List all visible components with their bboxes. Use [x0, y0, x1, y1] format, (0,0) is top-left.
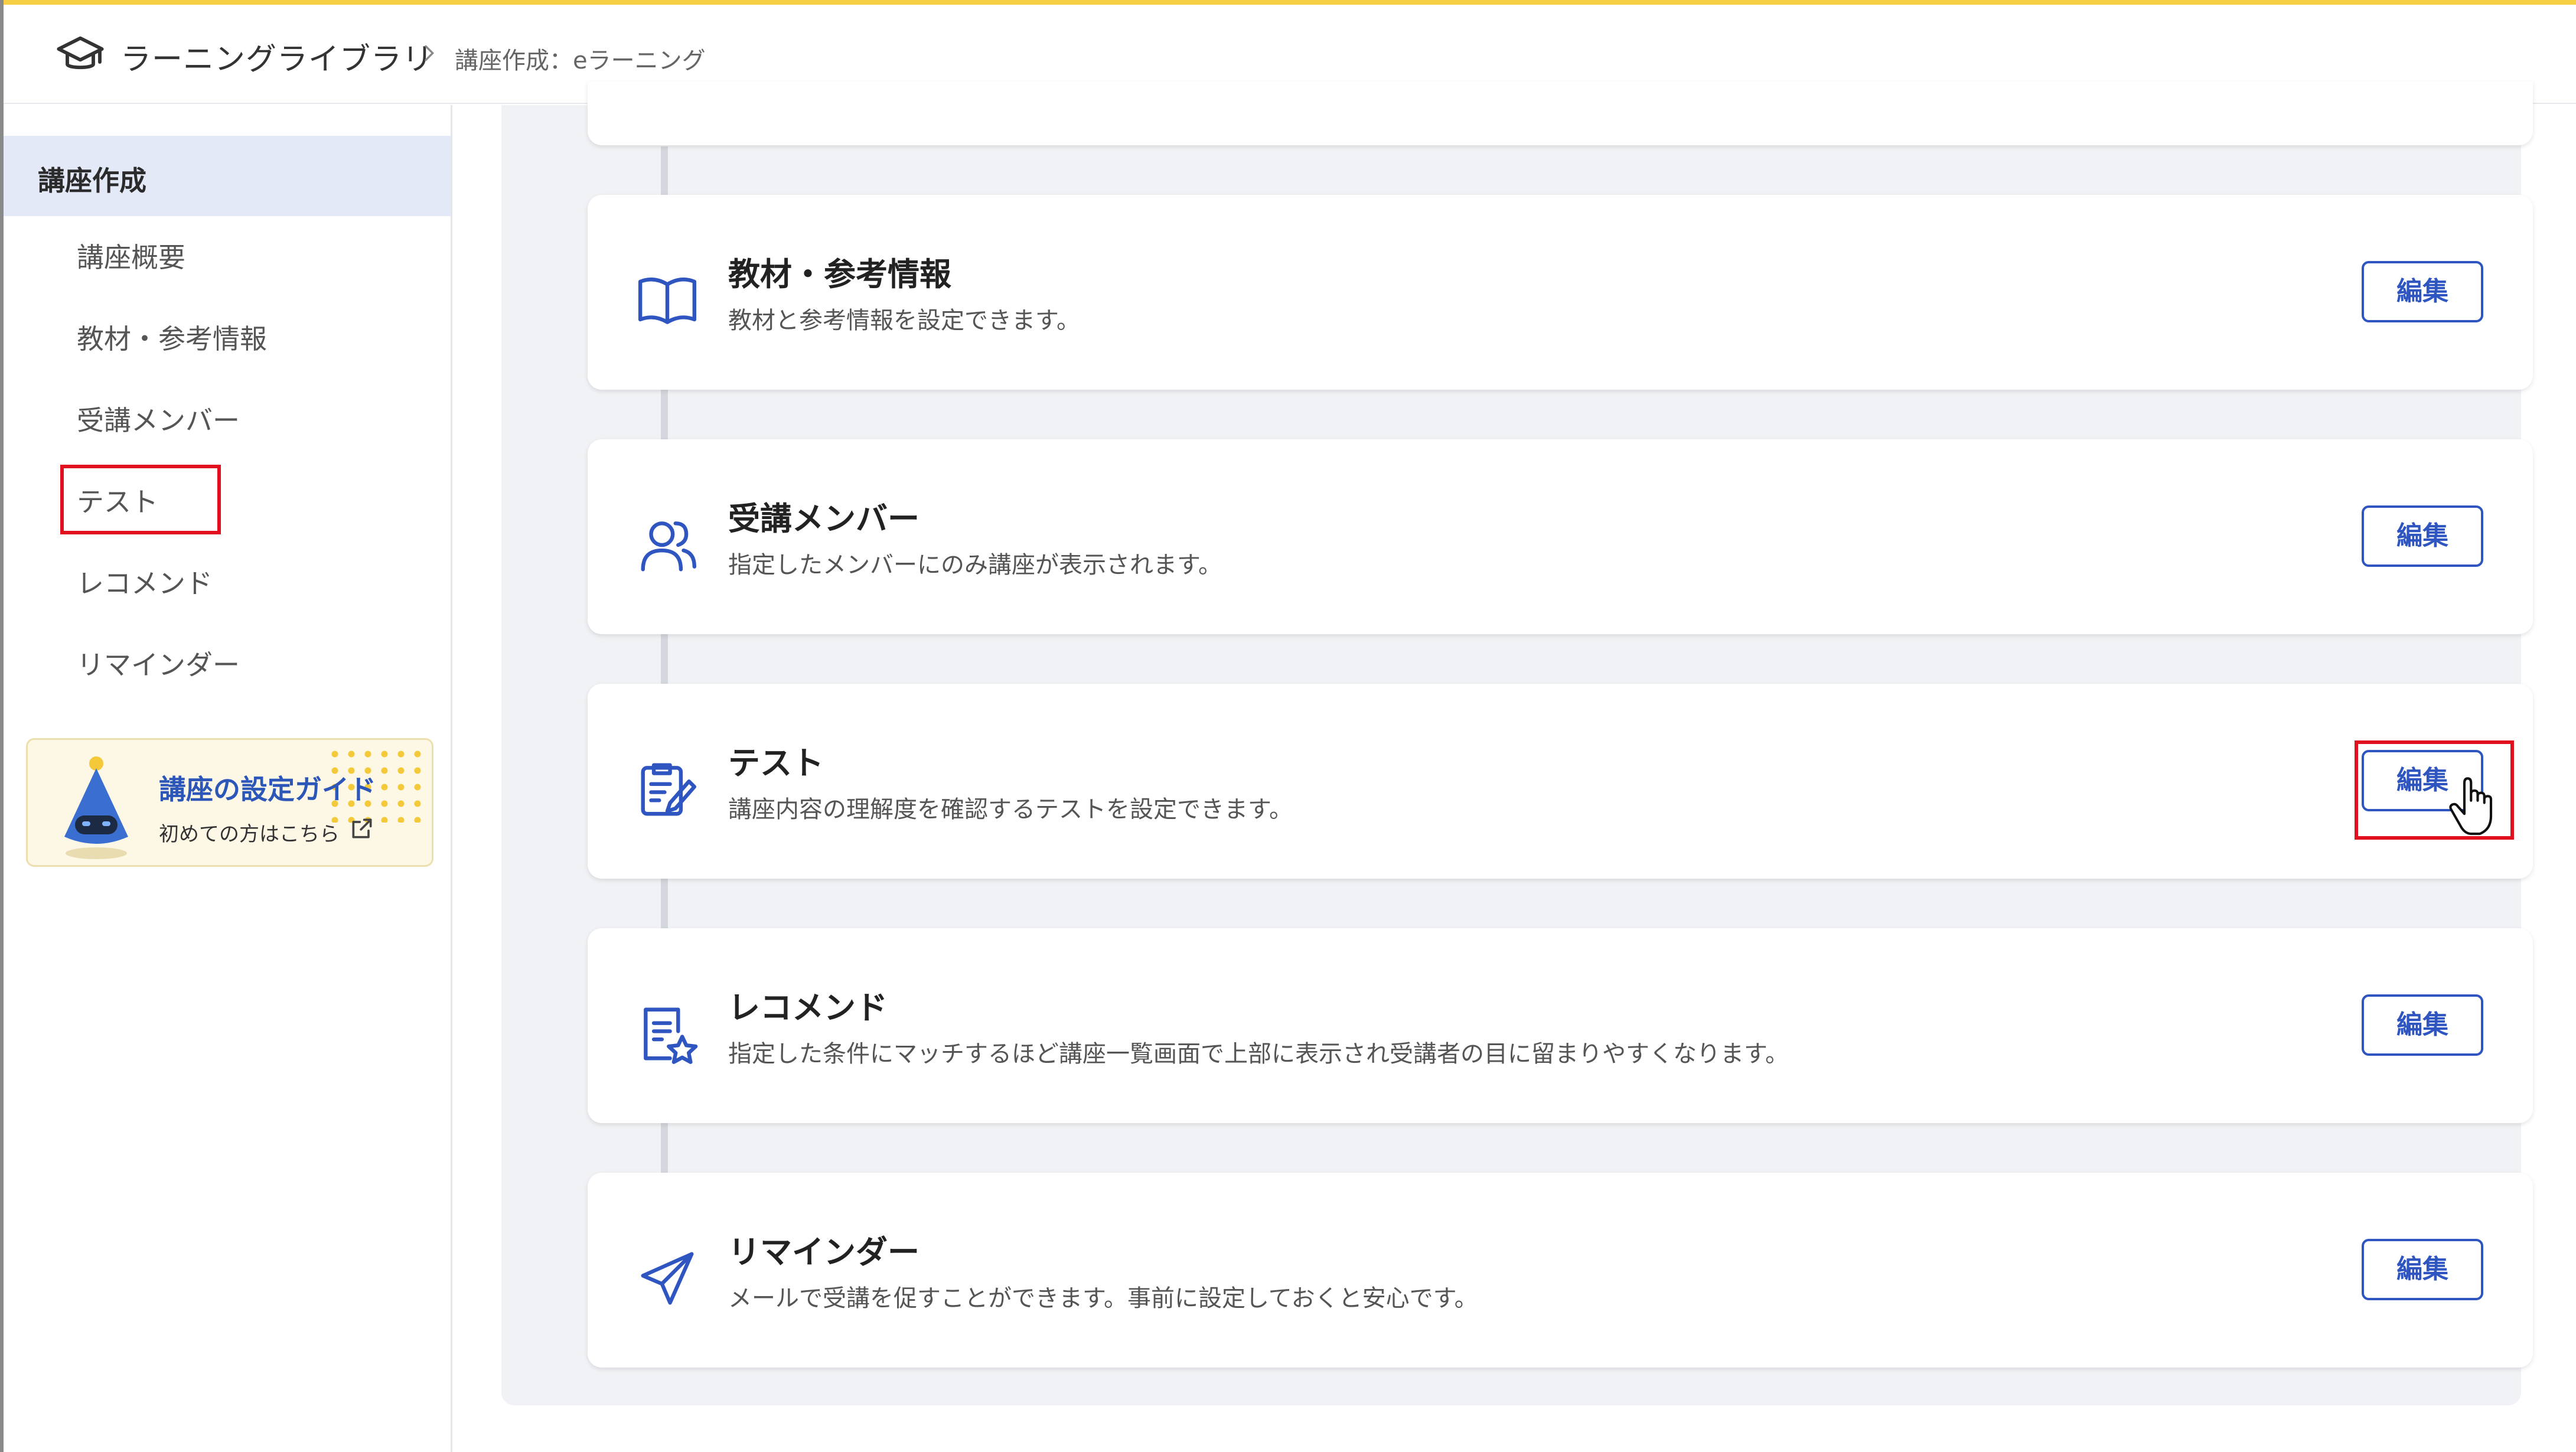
edit-materials-button[interactable]: 編集: [2362, 261, 2483, 322]
users-icon: [641, 521, 697, 572]
section-description: 講座内容の理解度を確認するテストを設定できます。: [728, 796, 1293, 823]
sidebar-item-recommend[interactable]: レコメンド: [77, 562, 213, 601]
sidebar-item-materials[interactable]: 教材・参考情報: [77, 318, 267, 357]
settings-guide-banner[interactable]: 講座の設定ガイド 初めての方はこちら: [26, 738, 433, 867]
paper-plane-icon: [641, 1252, 694, 1305]
section-title: リマインダー: [728, 1234, 919, 1271]
sidebar-item-reminder[interactable]: リマインダー: [77, 644, 240, 683]
section-card-test: テスト 講座内容の理解度を確認するテストを設定できます。 編集: [588, 684, 2533, 879]
section-title: 教材・参考情報: [728, 256, 951, 293]
sidebar-title[interactable]: 講座作成: [4, 136, 451, 216]
test-edit-icon: [641, 763, 697, 816]
robot-mascot-icon: [64, 756, 128, 859]
external-link-icon: [352, 818, 372, 838]
section-description: 指定した条件にマッチするほど講座一覧画面で上部に表示され受講者の目に留まりやすく…: [728, 1040, 1789, 1068]
previous-card-bottom: [588, 81, 2533, 145]
section-card-materials: 教材・参考情報 教材と参考情報を設定できます。 編集: [588, 195, 2533, 390]
book-icon: [638, 278, 697, 324]
section-title: 受講メンバー: [728, 500, 919, 537]
chevron-right-icon: [425, 45, 435, 61]
hand-cursor-icon: [2449, 777, 2493, 836]
edit-members-button[interactable]: 編集: [2362, 505, 2483, 567]
section-description: メールで受講を促すことができます。事前に設定しておくと安心です。: [728, 1285, 1478, 1312]
section-title: レコメンド: [728, 989, 888, 1026]
section-card-recommend: レコメンド 指定した条件にマッチするほど講座一覧画面で上部に表示され受講者の目に…: [588, 928, 2533, 1123]
sidebar-item-overview[interactable]: 講座概要: [77, 236, 185, 275]
section-card-members: 受講メンバー 指定したメンバーにのみ講座が表示されます。 編集: [588, 439, 2533, 634]
breadcrumb-current: 講座作成：eラーニング: [455, 47, 706, 74]
sidebar: 講座作成 講座概要 教材・参考情報 受講メンバー テスト レコメンド リマインダ…: [4, 105, 452, 1452]
section-description: 教材と参考情報を設定できます。: [728, 307, 1080, 334]
sidebar-item-members[interactable]: 受講メンバー: [77, 399, 240, 438]
main-content: 教材・参考情報 教材と参考情報を設定できます。 編集 受講メンバー 指定したメン…: [454, 81, 2576, 1452]
guide-title: 講座の設定ガイド: [159, 774, 376, 805]
sections-panel: 教材・参考情報 教材と参考情報を設定できます。 編集 受講メンバー 指定したメン…: [501, 81, 2533, 1405]
edit-reminder-button[interactable]: 編集: [2362, 1239, 2483, 1300]
recommend-star-icon: [644, 1007, 698, 1064]
breadcrumb-root-link[interactable]: ラーニングライブラリ: [120, 34, 433, 79]
guide-subtitle: 初めての方はこちら: [159, 823, 340, 846]
sidebar-test-highlight-box: [60, 465, 221, 534]
top-accent-bar: [0, 0, 2576, 5]
section-description: 指定したメンバーにのみ講座が表示されます。: [728, 552, 1222, 579]
edit-recommend-button[interactable]: 編集: [2362, 994, 2483, 1056]
app-window: ラーニングライブラリ 講座作成：eラーニング 講座作成 講座概要 教材・参考情報…: [0, 0, 2576, 1452]
section-card-reminder: リマインダー メールで受講を促すことができます。事前に設定しておくと安心です。 …: [588, 1173, 2533, 1368]
graduation-cap-icon[interactable]: [54, 30, 106, 81]
section-title: テスト: [728, 745, 824, 782]
sidebar-title-label: 講座作成: [38, 165, 146, 197]
